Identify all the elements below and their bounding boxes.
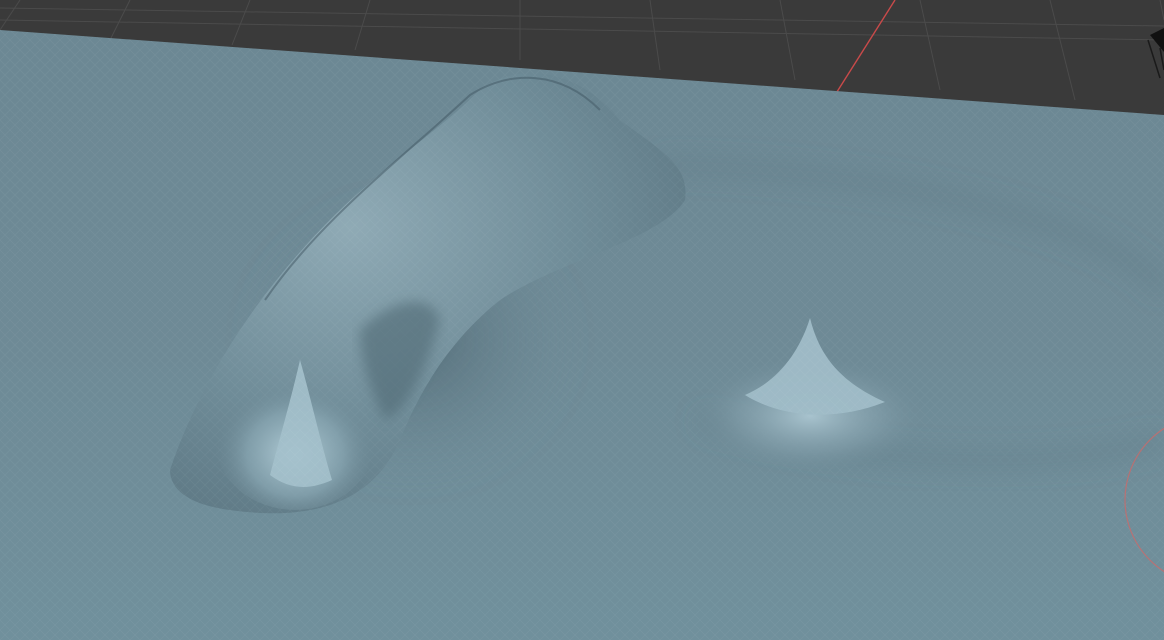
viewport-canvas[interactable] <box>0 0 1164 640</box>
3d-viewport[interactable] <box>0 0 1164 640</box>
